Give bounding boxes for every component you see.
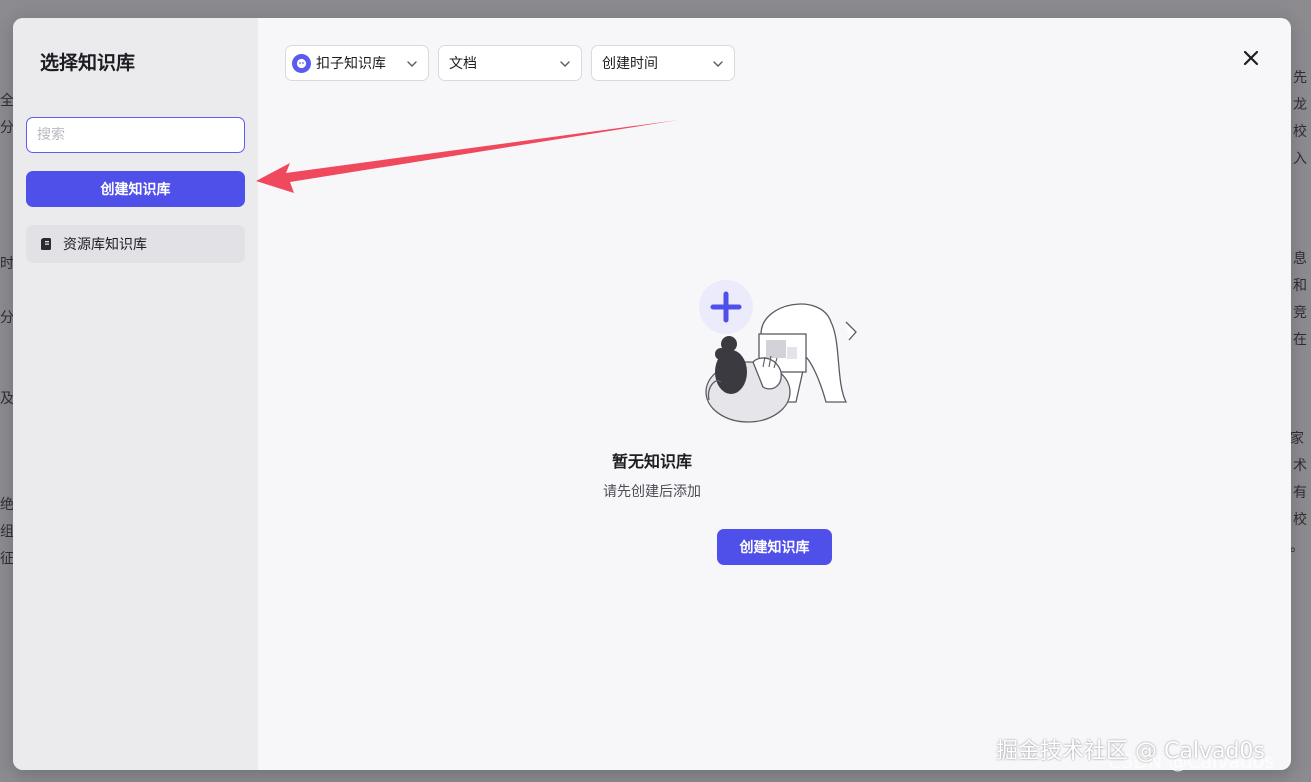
- bg-text: 家: [1290, 431, 1304, 447]
- chevron-down-icon: [560, 61, 570, 67]
- bg-text: 征: [0, 551, 14, 567]
- bg-text: 时: [0, 256, 14, 272]
- bg-text: 竞: [1293, 305, 1307, 321]
- sidebar-item-label: 资源库知识库: [63, 237, 147, 253]
- bg-text: 全: [0, 93, 14, 109]
- filter-bar: 扣子知识库 文档 创建时间: [285, 45, 735, 81]
- background-right-column: [1290, 0, 1311, 782]
- bg-text: 在: [1293, 332, 1307, 348]
- sort-select-label: 创建时间: [602, 56, 658, 72]
- bg-text: 校: [1293, 512, 1307, 528]
- empty-state-subtitle: 请先创建后添加: [603, 484, 701, 500]
- bg-text: 绝: [0, 497, 14, 513]
- bg-text: 分: [0, 310, 14, 326]
- coze-logo-icon: [292, 53, 311, 73]
- bg-text: 龙: [1293, 97, 1307, 113]
- select-knowledge-base-dialog: 选择知识库 创建知识库 资源库知识库 扣子知识库 文档 创建时间: [13, 18, 1291, 770]
- bg-text: 息: [1293, 251, 1307, 267]
- bg-text: 校: [1293, 124, 1307, 140]
- source-select[interactable]: 扣子知识库: [285, 45, 429, 81]
- watermark-primary: 掘金技术社区 @ Calvad0s: [996, 739, 1265, 764]
- create-knowledge-base-button[interactable]: 创建知识库: [26, 171, 245, 207]
- search-input[interactable]: [26, 117, 245, 153]
- book-icon: [40, 237, 52, 251]
- create-knowledge-base-button-main[interactable]: 创建知识库: [717, 529, 832, 565]
- type-select-label: 文档: [449, 56, 477, 72]
- bg-text: 分: [0, 120, 14, 136]
- bg-text: 术: [1293, 458, 1307, 474]
- dialog-title: 选择知识库: [40, 52, 136, 74]
- chevron-down-icon: [407, 61, 417, 67]
- bg-text: 。: [1290, 539, 1304, 555]
- bg-text: 及: [0, 391, 14, 407]
- sidebar-item-resource-library[interactable]: 资源库知识库: [26, 225, 245, 263]
- sort-select[interactable]: 创建时间: [591, 45, 735, 81]
- bg-text: 有: [1293, 485, 1307, 501]
- bg-text: 入: [1293, 151, 1307, 167]
- empty-state-illustration: [699, 280, 857, 423]
- bg-text: 和: [1293, 278, 1307, 294]
- bg-text: 组: [0, 524, 14, 540]
- source-select-label: 扣子知识库: [316, 56, 386, 72]
- chevron-down-icon: [713, 61, 723, 67]
- empty-state-title: 暂无知识库: [611, 452, 692, 471]
- type-select[interactable]: 文档: [438, 45, 582, 81]
- close-icon[interactable]: [1242, 49, 1260, 67]
- sidebar: 选择知识库 创建知识库 资源库知识库: [13, 18, 258, 770]
- bg-text: 先: [1293, 70, 1307, 86]
